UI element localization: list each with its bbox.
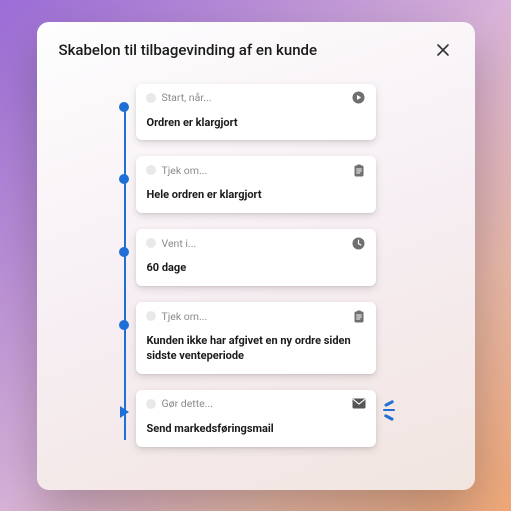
panel-title: Skabelon til tilbagevinding af en kunde xyxy=(59,41,318,59)
clock-icon xyxy=(352,236,366,250)
card-header: Tjek om... xyxy=(136,156,376,182)
step-card[interactable]: Vent i... 60 dage xyxy=(136,229,376,286)
card-header: Tjek om... xyxy=(136,302,376,328)
timeline-dot xyxy=(119,247,129,257)
close-icon xyxy=(436,43,450,57)
step-pill xyxy=(146,311,156,321)
panel-header: Skabelon til tilbagevinding af en kunde xyxy=(37,22,475,74)
step-label: Start, når... xyxy=(162,91,212,104)
step-check-2: Tjek om... Kunden ikke har afgivet en ny… xyxy=(136,302,376,374)
step-label: Tjek om... xyxy=(162,164,208,177)
step-card[interactable]: Start, når... Ordren er klargjort xyxy=(136,84,376,141)
step-wait: Vent i... 60 dage xyxy=(136,229,376,286)
timeline-dot xyxy=(119,320,129,330)
mail-icon xyxy=(352,397,366,411)
clipboard-icon xyxy=(352,163,366,177)
play-circle-icon xyxy=(352,91,366,105)
step-body: 60 dage xyxy=(136,255,376,286)
flow-container: Start, når... Ordren er klargjort xyxy=(37,74,475,490)
step-body: Send markedsføringsmail xyxy=(136,416,376,447)
timeline-dot xyxy=(119,174,129,184)
step-body: Ordren er klargjort xyxy=(136,110,376,141)
card-header: Vent i... xyxy=(136,229,376,255)
step-card[interactable]: Gør dette... Send markedsføringsmail xyxy=(136,390,376,447)
close-button[interactable] xyxy=(433,40,453,60)
step-action: Gør dette... Send markedsføringsmail xyxy=(136,390,376,447)
step-label: Gør dette... xyxy=(162,397,214,410)
step-body: Hele ordren er klargjort xyxy=(136,182,376,213)
step-start: Start, når... Ordren er klargjort xyxy=(136,84,376,141)
card-header: Gør dette... xyxy=(136,390,376,416)
step-card[interactable]: Tjek om... Kunden ikke har afgivet en ny… xyxy=(136,302,376,374)
template-panel: Skabelon til tilbagevinding af en kunde … xyxy=(37,22,475,490)
step-check-1: Tjek om... Hele ordren er klargjort xyxy=(136,156,376,213)
step-pill xyxy=(146,399,156,409)
timeline-rail xyxy=(124,106,126,440)
timeline-play-icon xyxy=(120,406,129,418)
step-pill xyxy=(146,238,156,248)
step-label: Vent i... xyxy=(162,237,197,250)
flow: Start, når... Ordren er klargjort xyxy=(136,84,376,470)
step-pill xyxy=(146,93,156,103)
card-header: Start, når... xyxy=(136,84,376,110)
step-pill xyxy=(146,165,156,175)
step-label: Tjek om... xyxy=(162,310,208,323)
clipboard-icon xyxy=(352,309,366,323)
step-card[interactable]: Tjek om... Hele ordren er klargjort xyxy=(136,156,376,213)
step-body: Kunden ikke har afgivet en ny ordre side… xyxy=(136,328,376,374)
timeline-dot xyxy=(119,102,129,112)
